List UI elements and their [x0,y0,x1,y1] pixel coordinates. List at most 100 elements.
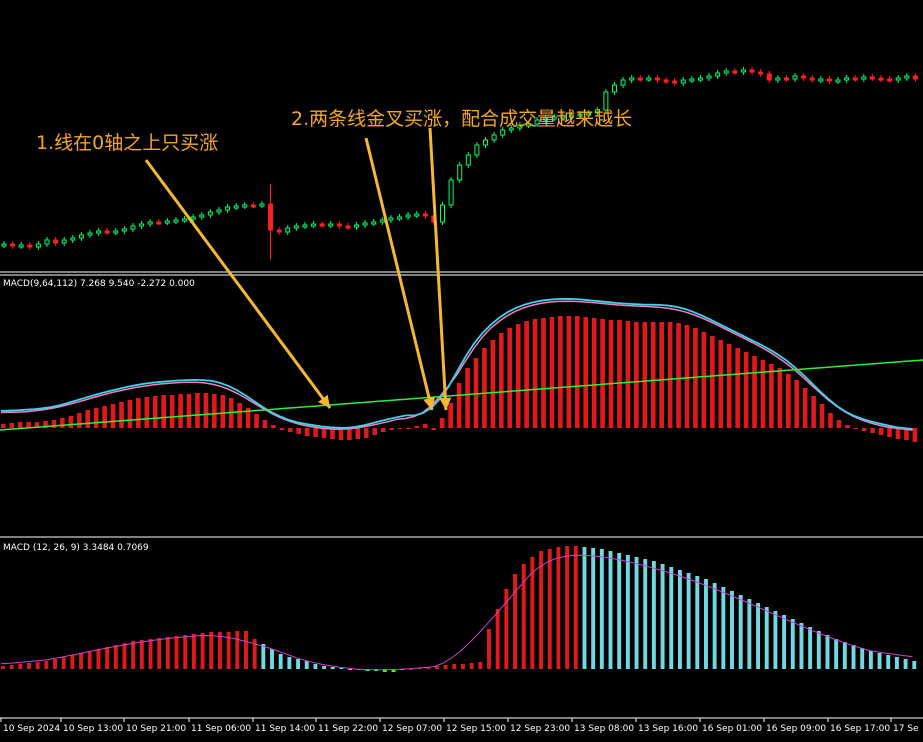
macd-fast-histogram-bar [244,631,248,669]
candle [311,223,317,227]
candle [414,213,420,217]
macd-fast-histogram-bar [487,629,491,669]
macd-fast-histogram-bar [9,665,14,669]
macd-slow-histogram-bar [456,383,462,428]
macd-slow-histogram-bar [819,404,825,428]
macd-fast-histogram-bar [582,547,587,669]
macd-fast-histogram-bar [461,664,465,669]
candle [61,239,67,244]
macd-fast-histogram-bar [131,641,136,669]
time-axis-label: 17 Se [893,724,919,734]
candle [895,77,901,81]
candle [646,77,652,81]
macd-slow-histogram-bar [549,317,555,428]
candle [457,164,463,181]
macd-slow-histogram-bar [152,396,158,428]
candle [887,78,893,82]
macd-fast-histogram-bar [617,553,622,669]
candle [818,78,824,82]
candle [362,222,368,226]
macd-slow-histogram-bar [287,428,293,432]
macd-fast-histogram-bar [44,661,49,669]
macd-slow-histogram-bar [68,416,74,428]
macd-slow-histogram-bar [279,428,285,430]
candle [53,239,59,244]
candle [1,243,7,247]
macd-slow-histogram-bar [9,423,15,428]
macd-fast-histogram-bar [513,574,517,669]
chart-window[interactable]: 1.线在0轴之上只买涨 2.两条线金叉买涨，配合成交量越来越长 MACD(9,6… [0,0,923,742]
macd-fast-histogram-bar [270,649,274,669]
macd-slow-histogram-bar [389,428,394,430]
macd-slow-histogram-bar [363,428,369,438]
macd-slow-histogram-bar [406,428,411,429]
macd-fast-histogram-bar [756,603,760,669]
macd-slow-histogram-bar [558,316,563,428]
macd-fast-histogram-bar [747,599,752,669]
macd-fast-histogram-bar [677,570,682,669]
macd-slow-histogram-bar [195,393,200,428]
macd-fast-histogram-bar [35,662,40,669]
macd-slow-histogram-bar [161,395,167,428]
macd-slow-histogram-bar [625,321,631,428]
macd-slow-histogram-bar [93,408,99,428]
macd-slow-histogram-bar [667,322,673,428]
time-axis-label: 13 Sep 16:00 [638,724,699,734]
macd-fast-histogram-bar [70,655,75,669]
macd-slow-histogram-bar [878,428,884,435]
macd-slow-histogram-bar [524,321,529,428]
macd-fast-histogram-bar [165,637,170,669]
macd-fast-histogram-bar [235,631,240,669]
macd-slow-histogram-bar [861,428,867,431]
candle [448,179,454,206]
candle [328,223,334,227]
macd-slow-histogram-bar [465,368,470,428]
candle [371,221,377,225]
candle [672,80,678,84]
candle [44,239,50,245]
candle [440,204,446,223]
macd-fast-histogram-bar [322,666,327,669]
macd-fast-histogram-bar [339,668,344,669]
time-axis-label: 11 Sep 14:00 [255,724,316,734]
candle [629,77,635,81]
macd-slow-histogram-bar [313,428,318,437]
macd-slow-histogram-bar [254,414,259,428]
candle [706,75,712,79]
macd-fast-histogram-bar [773,611,778,669]
macd-slow-histogram-bar [482,348,487,428]
candle [250,204,256,208]
macd-fast-histogram-bar [686,573,691,669]
candle [775,77,781,81]
candle [826,78,832,82]
macd-fast-histogram-bar [799,623,804,669]
macd-fast-histogram-bar [842,642,847,669]
macd-slow-histogram-bar [296,428,302,434]
candle [732,70,738,74]
macd-fast-histogram-bar [599,549,604,669]
macd-fast-histogram-bar [738,595,743,669]
candle [852,77,858,81]
macd-fast-histogram-bar [591,548,596,669]
macd-fast-histogram-bar [573,546,578,669]
candle [156,221,162,225]
candle [285,227,291,233]
macd-slow-histogram-bar [473,358,479,428]
macd-slow-histogram-bar [220,395,226,428]
macd-slow-histogram-bar [828,413,833,428]
candle [740,69,746,73]
candle [190,216,196,220]
macd-fast-histogram-bar [643,559,648,669]
macd-fast-label: MACD (12, 26, 9) 3.3484 0.7069 [3,543,149,553]
candle [225,206,231,211]
macd-slow-histogram-bar [271,425,276,428]
macd-fast-histogram-bar [18,664,23,669]
macd-slow-histogram-bar [372,428,378,435]
macd-slow-histogram-bar [634,322,639,428]
macd-slow-histogram-bar [439,418,445,428]
macd-slow-histogram-bar [769,364,774,428]
macd-slow-histogram-bar [583,317,589,428]
candle [397,216,403,220]
candle [474,144,480,156]
time-axis-label: 16 Sep 09:00 [766,724,827,734]
